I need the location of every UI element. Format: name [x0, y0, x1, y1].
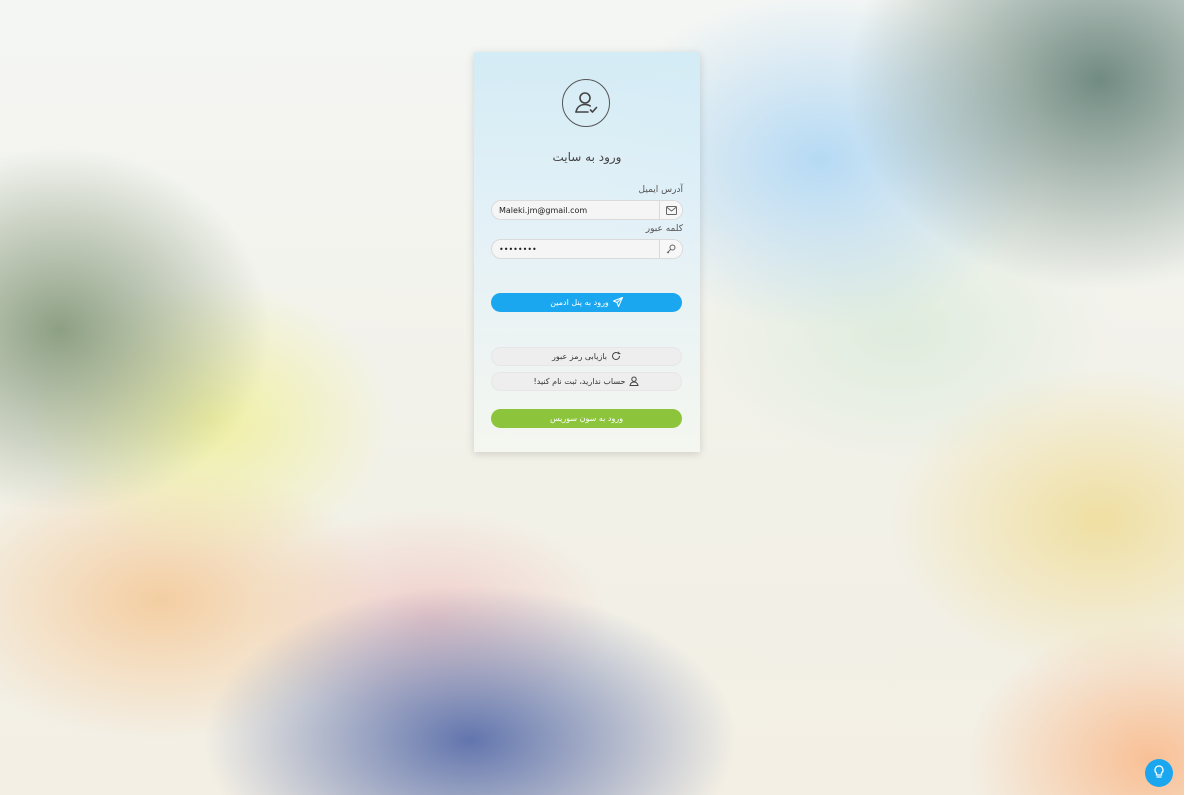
recover-password-label: بازیابی رمز عبور — [552, 352, 607, 361]
page-title: ورود به سایت — [552, 150, 622, 164]
password-field[interactable]: •••••••• — [491, 239, 683, 259]
other-login-label: ورود به سون سوریس — [549, 414, 624, 423]
login-card: ورود به سایت آدرس ایمیل Maleki.jm@gmail.… — [474, 52, 700, 452]
password-value: •••••••• — [499, 244, 537, 254]
admin-login-label: ورود به پنل ادمین — [550, 298, 609, 307]
admin-login-button[interactable]: ورود به پنل ادمین — [491, 293, 682, 312]
register-button[interactable]: حساب ندارید، ثبت نام کنید! — [491, 372, 682, 391]
lightbulb-icon — [1153, 764, 1165, 783]
key-icon — [659, 240, 682, 258]
recover-password-button[interactable]: بازیابی رمز عبور — [491, 347, 682, 366]
register-label: حساب ندارید، ثبت نام کنید! — [533, 377, 626, 386]
user-icon — [629, 376, 640, 388]
email-field[interactable]: Maleki.jm@gmail.com — [491, 200, 683, 220]
refresh-icon — [611, 351, 621, 363]
email-value: Maleki.jm@gmail.com — [499, 205, 588, 215]
envelope-icon — [659, 201, 682, 219]
email-label: آدرس ایمیل — [638, 185, 683, 195]
other-login-button[interactable]: ورود به سون سوریس — [491, 409, 682, 428]
user-check-icon — [562, 79, 610, 127]
paper-plane-icon — [611, 296, 624, 309]
password-label: کلمه عبور — [645, 224, 683, 234]
help-button[interactable] — [1145, 759, 1173, 787]
